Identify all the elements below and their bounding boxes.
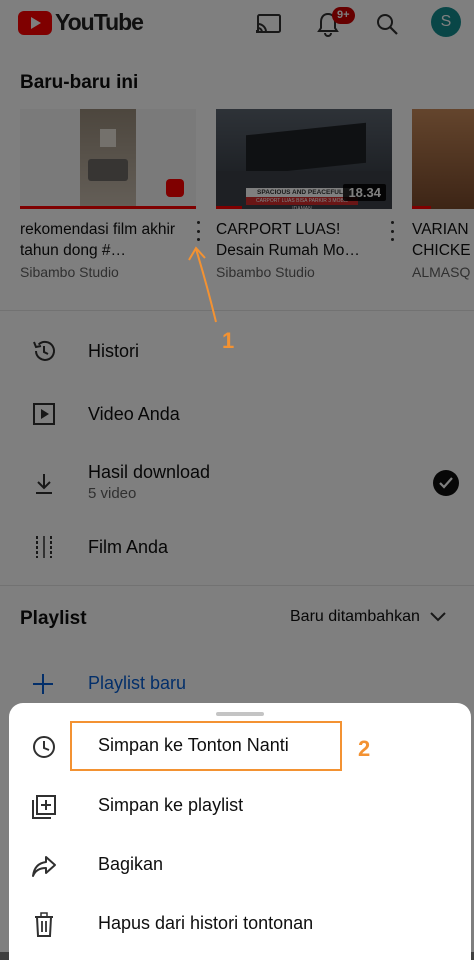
menu-item-label: Hapus dari histori tontonan xyxy=(98,913,314,933)
video-actions-bottom-sheet: Simpan ke Tonton Nanti Simpan ke playlis… xyxy=(9,703,471,960)
clock-icon xyxy=(30,733,58,761)
annotation-highlight-box xyxy=(70,721,342,771)
menu-item-label: Bagikan xyxy=(98,854,164,874)
menu-item-label: Simpan ke playlist xyxy=(98,795,244,815)
trash-icon xyxy=(30,911,58,939)
sheet-drag-handle[interactable] xyxy=(216,712,264,716)
share-icon xyxy=(30,852,58,880)
menu-item-remove-history[interactable]: Hapus dari histori tontonan xyxy=(9,899,471,951)
annotation-step-2: 2 xyxy=(358,736,371,761)
annotation-step-1: 1 xyxy=(222,328,235,353)
playlist-add-icon xyxy=(30,793,58,821)
bottom-nav-peek xyxy=(0,952,474,960)
menu-item-save-playlist[interactable]: Simpan ke playlist xyxy=(9,781,471,833)
menu-item-share[interactable]: Bagikan xyxy=(9,840,471,892)
